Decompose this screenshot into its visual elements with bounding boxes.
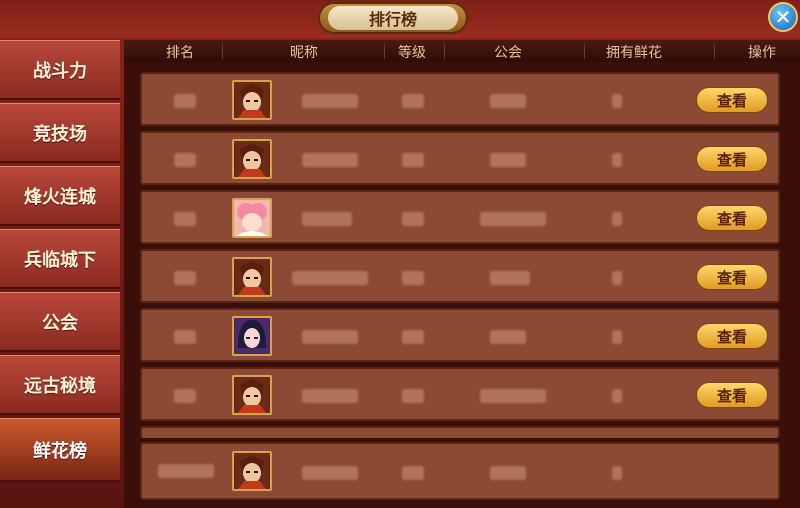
nickname-redacted [302, 212, 352, 226]
view-button[interactable]: 查看 [696, 87, 768, 113]
level-redacted [402, 153, 424, 167]
rank-value-redacted [158, 464, 214, 478]
header-divider [714, 43, 715, 59]
header-divider [222, 43, 223, 59]
sidebar-item-flower-ranking[interactable]: 鲜花榜 [0, 418, 120, 482]
close-icon: ✕ [774, 5, 792, 29]
rank-value-redacted [174, 389, 196, 403]
warrior-avatar [232, 451, 272, 491]
header-nickname: 昵称 [290, 45, 318, 61]
sidebar-item-combat-power[interactable]: 战斗力 [0, 40, 120, 100]
ranking-table: 排名 昵称 等级 公会 拥有鲜花 操作 查看 查看 查看 查看 查看 查看 [124, 40, 800, 508]
level-redacted [402, 94, 424, 108]
level-redacted [402, 389, 424, 403]
flowers-redacted [612, 466, 622, 480]
table-header: 排名 昵称 等级 公会 拥有鲜花 操作 [124, 40, 800, 62]
table-row: 查看 [140, 72, 780, 126]
sidebar-item-arena[interactable]: 竞技场 [0, 103, 120, 163]
header-rank: 排名 [166, 45, 194, 61]
window-title: 排行榜 [328, 6, 458, 30]
rank-value-redacted [174, 271, 196, 285]
sidebar-item-siege[interactable]: 兵临城下 [0, 229, 120, 289]
header-level: 等级 [398, 45, 426, 61]
flowers-redacted [612, 330, 622, 344]
pink-girl-avatar [232, 198, 272, 238]
table-row: 查看 [140, 190, 780, 244]
warrior-avatar [232, 80, 272, 120]
view-button[interactable]: 查看 [696, 205, 768, 231]
view-button[interactable]: 查看 [696, 382, 768, 408]
guild-redacted [490, 153, 526, 167]
warrior-avatar [232, 375, 272, 415]
guild-redacted [490, 271, 530, 285]
guild-redacted [480, 389, 546, 403]
view-button[interactable]: 查看 [696, 146, 768, 172]
rank-value-redacted [174, 153, 196, 167]
view-button[interactable]: 查看 [696, 264, 768, 290]
table-row: 查看 [140, 249, 780, 303]
guild-redacted [490, 94, 526, 108]
sidebar: 战斗力 竞技场 烽火连城 兵临城下 公会 远古秘境 鲜花榜 [0, 40, 120, 508]
guild-redacted [490, 330, 526, 344]
warrior-avatar [232, 139, 272, 179]
guild-redacted [490, 466, 526, 480]
sidebar-item-ancient-realm[interactable]: 远古秘境 [0, 355, 120, 415]
table-row: 查看 [140, 367, 780, 421]
title-plate: 排行榜 [318, 2, 468, 34]
header-divider [384, 43, 385, 59]
nickname-redacted [302, 153, 358, 167]
close-button[interactable]: ✕ [768, 2, 798, 32]
flowers-redacted [612, 212, 622, 226]
level-redacted [402, 271, 424, 285]
header-guild: 公会 [494, 45, 522, 61]
header-action: 操作 [748, 45, 776, 61]
table-row: 查看 [140, 308, 780, 362]
level-redacted [402, 466, 424, 480]
ranking-window: 排行榜 ✕ 战斗力 竞技场 烽火连城 兵临城下 公会 远古秘境 鲜花榜 排名 昵… [0, 0, 800, 508]
flowers-redacted [612, 389, 622, 403]
flowers-redacted [612, 153, 622, 167]
rank-value-redacted [174, 94, 196, 108]
view-button[interactable]: 查看 [696, 323, 768, 349]
flowers-redacted [612, 271, 622, 285]
warrior-avatar [232, 257, 272, 297]
self-ranking-row [140, 442, 780, 500]
header-divider [584, 43, 585, 59]
level-redacted [402, 212, 424, 226]
dark-hair-girl-avatar [232, 316, 272, 356]
sidebar-item-beacon-cities[interactable]: 烽火连城 [0, 166, 120, 226]
rank-value-redacted [174, 330, 196, 344]
rank-value-redacted [174, 212, 196, 226]
nickname-redacted [302, 389, 358, 403]
sidebar-item-guild[interactable]: 公会 [0, 292, 120, 352]
table-row-partial [140, 426, 780, 438]
nickname-redacted [292, 271, 368, 285]
nickname-redacted [302, 466, 358, 480]
guild-redacted [480, 212, 546, 226]
nickname-redacted [302, 94, 358, 108]
flowers-redacted [612, 94, 622, 108]
level-redacted [402, 330, 424, 344]
header-flowers: 拥有鲜花 [606, 45, 662, 61]
table-row: 查看 [140, 131, 780, 185]
nickname-redacted [302, 330, 358, 344]
header-divider [444, 43, 445, 59]
